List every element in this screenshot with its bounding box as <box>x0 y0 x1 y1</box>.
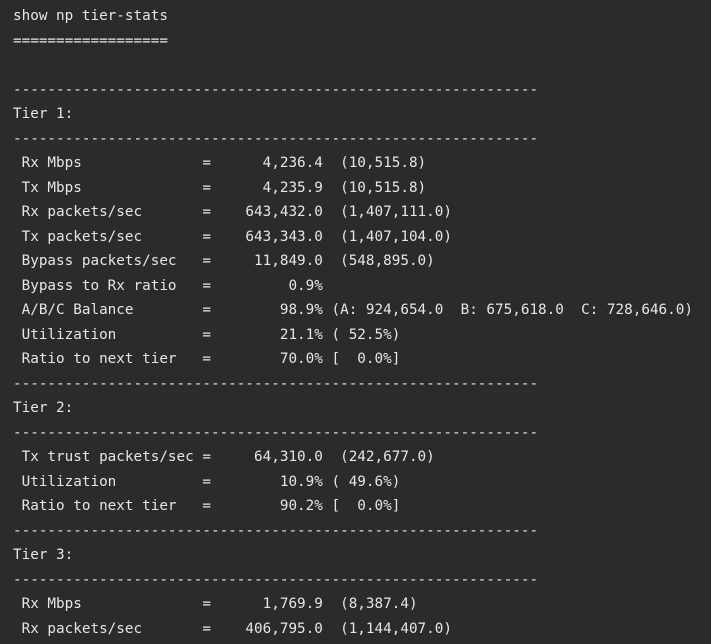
separator: ----------------------------------------… <box>13 424 539 441</box>
tier-3-title: Tier 3: <box>13 547 74 563</box>
terminal-output[interactable]: show np tier-stats ================== --… <box>0 0 711 644</box>
stat-row-rx-mbps: Rx Mbps = 4,236.4 (10,515.8) <box>13 155 427 171</box>
stat-row-tx-trust-packets: Tx trust packets/sec = 64,310.0 (242,677… <box>13 449 435 465</box>
tier-2-title: Tier 2: <box>13 400 74 416</box>
stat-row-tx-mbps: Tx Mbps = 4,235.9 (10,515.8) <box>13 179 427 196</box>
separator: ----------------------------------------… <box>13 130 539 147</box>
stat-row-rx-packets: Rx packets/sec = 643,432.0 (1,407,111.0) <box>13 204 452 220</box>
stat-row-ratio-next-tier: Ratio to next tier = 70.0% [ 0.0%] <box>13 351 401 367</box>
separator: ----------------------------------------… <box>13 522 539 539</box>
stat-row-utilization: Utilization = 21.1% ( 52.5%) <box>13 326 401 343</box>
separator: ----------------------------------------… <box>13 571 539 588</box>
command-line: show np tier-stats <box>13 8 168 24</box>
stat-row-rx-packets: Rx packets/sec = 406,795.0 (1,144,407.0) <box>13 620 452 637</box>
separator: ----------------------------------------… <box>13 375 539 392</box>
stat-row-abc-balance: A/B/C Balance = 98.9% (A: 924,654.0 B: 6… <box>13 302 693 318</box>
stat-row-ratio-next-tier: Ratio to next tier = 90.2% [ 0.0%] <box>13 498 401 514</box>
stat-row-bypass-packets: Bypass packets/sec = 11,849.0 (548,895.0… <box>13 253 435 269</box>
stat-row-bypass-ratio: Bypass to Rx ratio = 0.9% <box>13 277 323 294</box>
command-underline: ================== <box>13 32 168 49</box>
stat-row-utilization: Utilization = 10.9% ( 49.6%) <box>13 473 401 490</box>
tier-1-title: Tier 1: <box>13 106 74 122</box>
separator: ----------------------------------------… <box>13 81 539 98</box>
stat-row-tx-packets: Tx packets/sec = 643,343.0 (1,407,104.0) <box>13 228 452 245</box>
stat-row-rx-mbps: Rx Mbps = 1,769.9 (8,387.4) <box>13 596 418 612</box>
